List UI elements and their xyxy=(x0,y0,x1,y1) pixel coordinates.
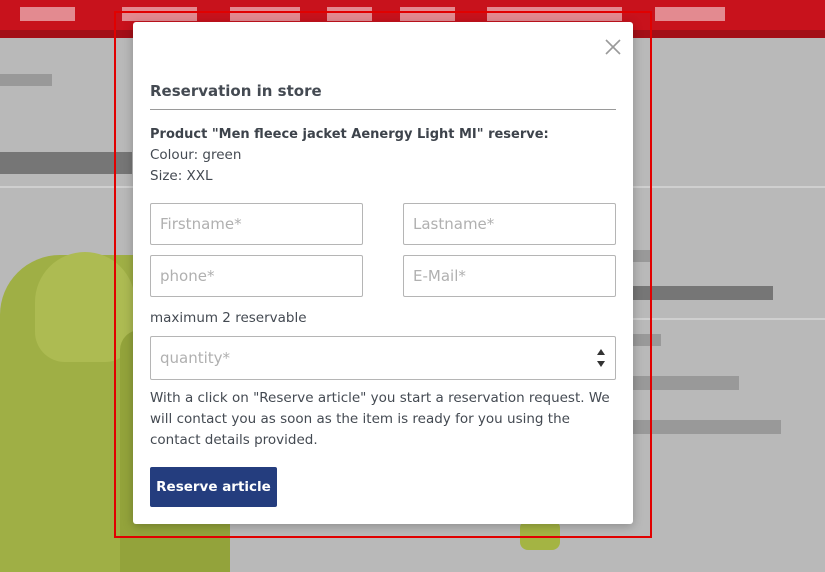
option-label-blurred xyxy=(633,334,661,346)
size-line: Size: XXL xyxy=(150,168,213,184)
email-field[interactable] xyxy=(403,255,616,297)
modal-title: Reservation in store xyxy=(150,82,616,110)
reserve-article-button[interactable]: Reserve article xyxy=(150,467,277,507)
nav-item-blurred[interactable] xyxy=(400,7,455,21)
quantity-stepper xyxy=(150,336,616,380)
firstname-field[interactable] xyxy=(150,203,363,245)
quantity-spinner[interactable] xyxy=(595,349,607,367)
close-button[interactable] xyxy=(603,37,623,57)
nav-item-blurred[interactable] xyxy=(20,7,75,21)
lastname-field[interactable] xyxy=(403,203,616,245)
option-blurred xyxy=(633,286,773,300)
nav-item-blurred[interactable] xyxy=(327,7,372,21)
nav-item-blurred[interactable] xyxy=(487,7,622,21)
max-reservable-hint: maximum 2 reservable xyxy=(150,310,307,326)
product-thumbnail-blurred[interactable] xyxy=(520,520,560,550)
product-title-blurred xyxy=(0,152,132,174)
product-line: Product "Men fleece jacket Aenergy Light… xyxy=(150,127,549,142)
option-blurred xyxy=(633,420,781,434)
chevron-up-icon[interactable] xyxy=(597,349,605,355)
chevron-down-icon[interactable] xyxy=(597,361,605,367)
nav-item-blurred[interactable] xyxy=(655,7,725,21)
quantity-field[interactable] xyxy=(150,336,616,380)
divider xyxy=(633,318,825,320)
phone-field[interactable] xyxy=(150,255,363,297)
reservation-info-text: With a click on "Reserve article" you st… xyxy=(150,390,610,448)
reservation-modal: Reservation in store Product "Men fleece… xyxy=(133,22,633,524)
breadcrumb-blurred xyxy=(0,74,52,86)
close-icon[interactable] xyxy=(603,37,623,57)
option-blurred xyxy=(633,376,739,390)
nav-item-blurred[interactable] xyxy=(230,7,300,21)
colour-line: Colour: green xyxy=(150,147,242,163)
nav-item-blurred[interactable] xyxy=(122,7,197,21)
price-blurred xyxy=(633,250,651,262)
